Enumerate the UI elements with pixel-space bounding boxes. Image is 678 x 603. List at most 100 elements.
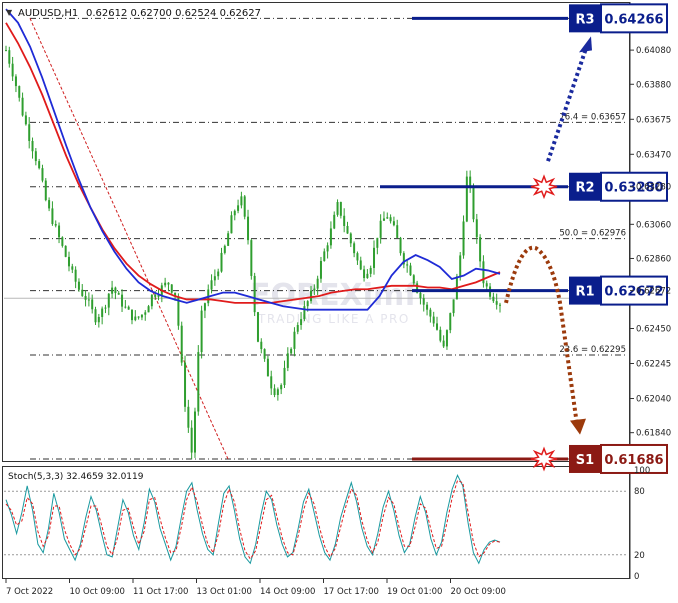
x-tick-label: 10 Oct 09:00	[70, 587, 125, 597]
candle-body	[293, 331, 296, 349]
fib-label: 23.6 = 0.62295	[559, 345, 626, 355]
candle-body	[356, 253, 359, 261]
candle-body	[104, 307, 107, 309]
candle-body	[479, 237, 482, 262]
candle-body	[366, 273, 369, 279]
y-tick-label: 0.63060	[636, 220, 671, 230]
candle-body	[290, 348, 293, 354]
candle-body	[5, 50, 7, 52]
candle-body	[217, 271, 220, 277]
candle-body	[144, 312, 147, 315]
y-tick-label: 0.62040	[636, 395, 671, 405]
candle-body	[300, 319, 303, 326]
candle-body	[346, 225, 349, 234]
y-tick-label: 0.62860	[636, 254, 671, 264]
candle-body	[469, 176, 472, 186]
candle-body	[94, 309, 97, 323]
stoch-y-label: 0	[634, 572, 639, 582]
candle-body	[353, 243, 356, 254]
stoch-y-label: 20	[634, 551, 645, 561]
header-triangle-icon: ▼	[6, 8, 13, 17]
candle-body	[323, 251, 326, 262]
candle-body	[67, 256, 70, 267]
candle-body	[114, 287, 117, 294]
candle-body	[167, 282, 170, 285]
candle-body	[442, 340, 445, 347]
candle-body	[44, 180, 47, 201]
candle-body	[392, 221, 395, 226]
candle-body	[276, 389, 279, 396]
candle-body	[121, 294, 124, 307]
candle-body	[91, 299, 94, 310]
candle-body	[48, 200, 51, 209]
starburst-s1-icon	[530, 446, 558, 472]
candle-body	[475, 219, 478, 238]
candle-body	[117, 293, 120, 295]
candle-body	[38, 161, 41, 169]
candle-body	[396, 225, 399, 238]
x-tick-label: 13 Oct 01:00	[197, 587, 252, 597]
candle-body	[432, 316, 435, 324]
level-tag: R2	[575, 181, 594, 196]
candle-body	[426, 304, 429, 310]
candle-body	[170, 284, 173, 293]
candle-body	[101, 308, 104, 317]
watermark-tagline: TRADING LIKE A PRO	[257, 312, 410, 326]
stoch-title: Stoch(5,3,3) 32.4659 32.0119	[8, 472, 144, 482]
main-plot-frame	[2, 2, 630, 462]
candle-body	[283, 367, 286, 386]
price-chart[interactable]: FOREXimfTRADING LIKE A PRO 100 76.4 = 0.6…	[0, 0, 678, 603]
candle-body	[316, 278, 319, 289]
candle-body	[445, 330, 448, 347]
candle-body	[61, 237, 64, 246]
y-tick-label: 0.63470	[636, 150, 671, 160]
candle-body	[64, 245, 67, 257]
fib-label: 50.0 = 0.62976	[559, 229, 626, 239]
stoch-y-label: 100	[634, 466, 650, 476]
candle-body	[363, 269, 366, 279]
candle-body	[34, 151, 37, 162]
candle-body	[233, 210, 236, 216]
candle-body	[303, 306, 306, 320]
candle-body	[376, 237, 379, 248]
candle-body	[107, 293, 110, 308]
candle-body	[124, 306, 127, 308]
level-box-s1: S1 0.61686	[569, 443, 668, 474]
candle-body	[319, 261, 322, 279]
candle-body	[266, 358, 269, 377]
level-value: 0.64266	[604, 12, 663, 27]
fib-label: 76.4 = 0.63657	[559, 112, 626, 122]
candle-body	[197, 352, 200, 412]
candle-body	[373, 247, 376, 268]
candle-body	[137, 316, 140, 318]
candle-body	[184, 362, 187, 407]
candle-body	[452, 299, 455, 314]
candle-body	[250, 240, 253, 276]
candle-body	[187, 406, 190, 428]
candle-body	[369, 267, 372, 274]
x-tick-label: 20 Oct 09:00	[451, 587, 506, 597]
candle-body	[339, 202, 342, 216]
level-tag: R3	[575, 12, 594, 27]
candle-body	[51, 208, 54, 225]
x-tick-label: 14 Oct 09:00	[260, 587, 315, 597]
candle-body	[492, 296, 495, 302]
x-tick-label: 7 Oct 2022	[6, 587, 53, 597]
candle-body	[134, 316, 137, 321]
candle-body	[382, 218, 385, 221]
candle-body	[273, 388, 276, 396]
candle-body	[253, 275, 256, 313]
candle-body	[329, 228, 332, 246]
y-tick-label: 0.63280	[636, 183, 671, 193]
candle-body	[21, 97, 24, 116]
y-tick-label: 0.63880	[636, 80, 671, 90]
level-box-r3: R3 0.64266	[569, 3, 668, 34]
candle-body	[8, 50, 11, 64]
candle-body	[71, 266, 74, 270]
stoch-y-label: 80	[634, 487, 645, 497]
candle-body	[77, 281, 80, 290]
candle-body	[336, 202, 339, 215]
candle-body	[449, 313, 452, 331]
x-tick-label: 17 Oct 17:00	[324, 587, 379, 597]
candle-body	[220, 252, 223, 272]
